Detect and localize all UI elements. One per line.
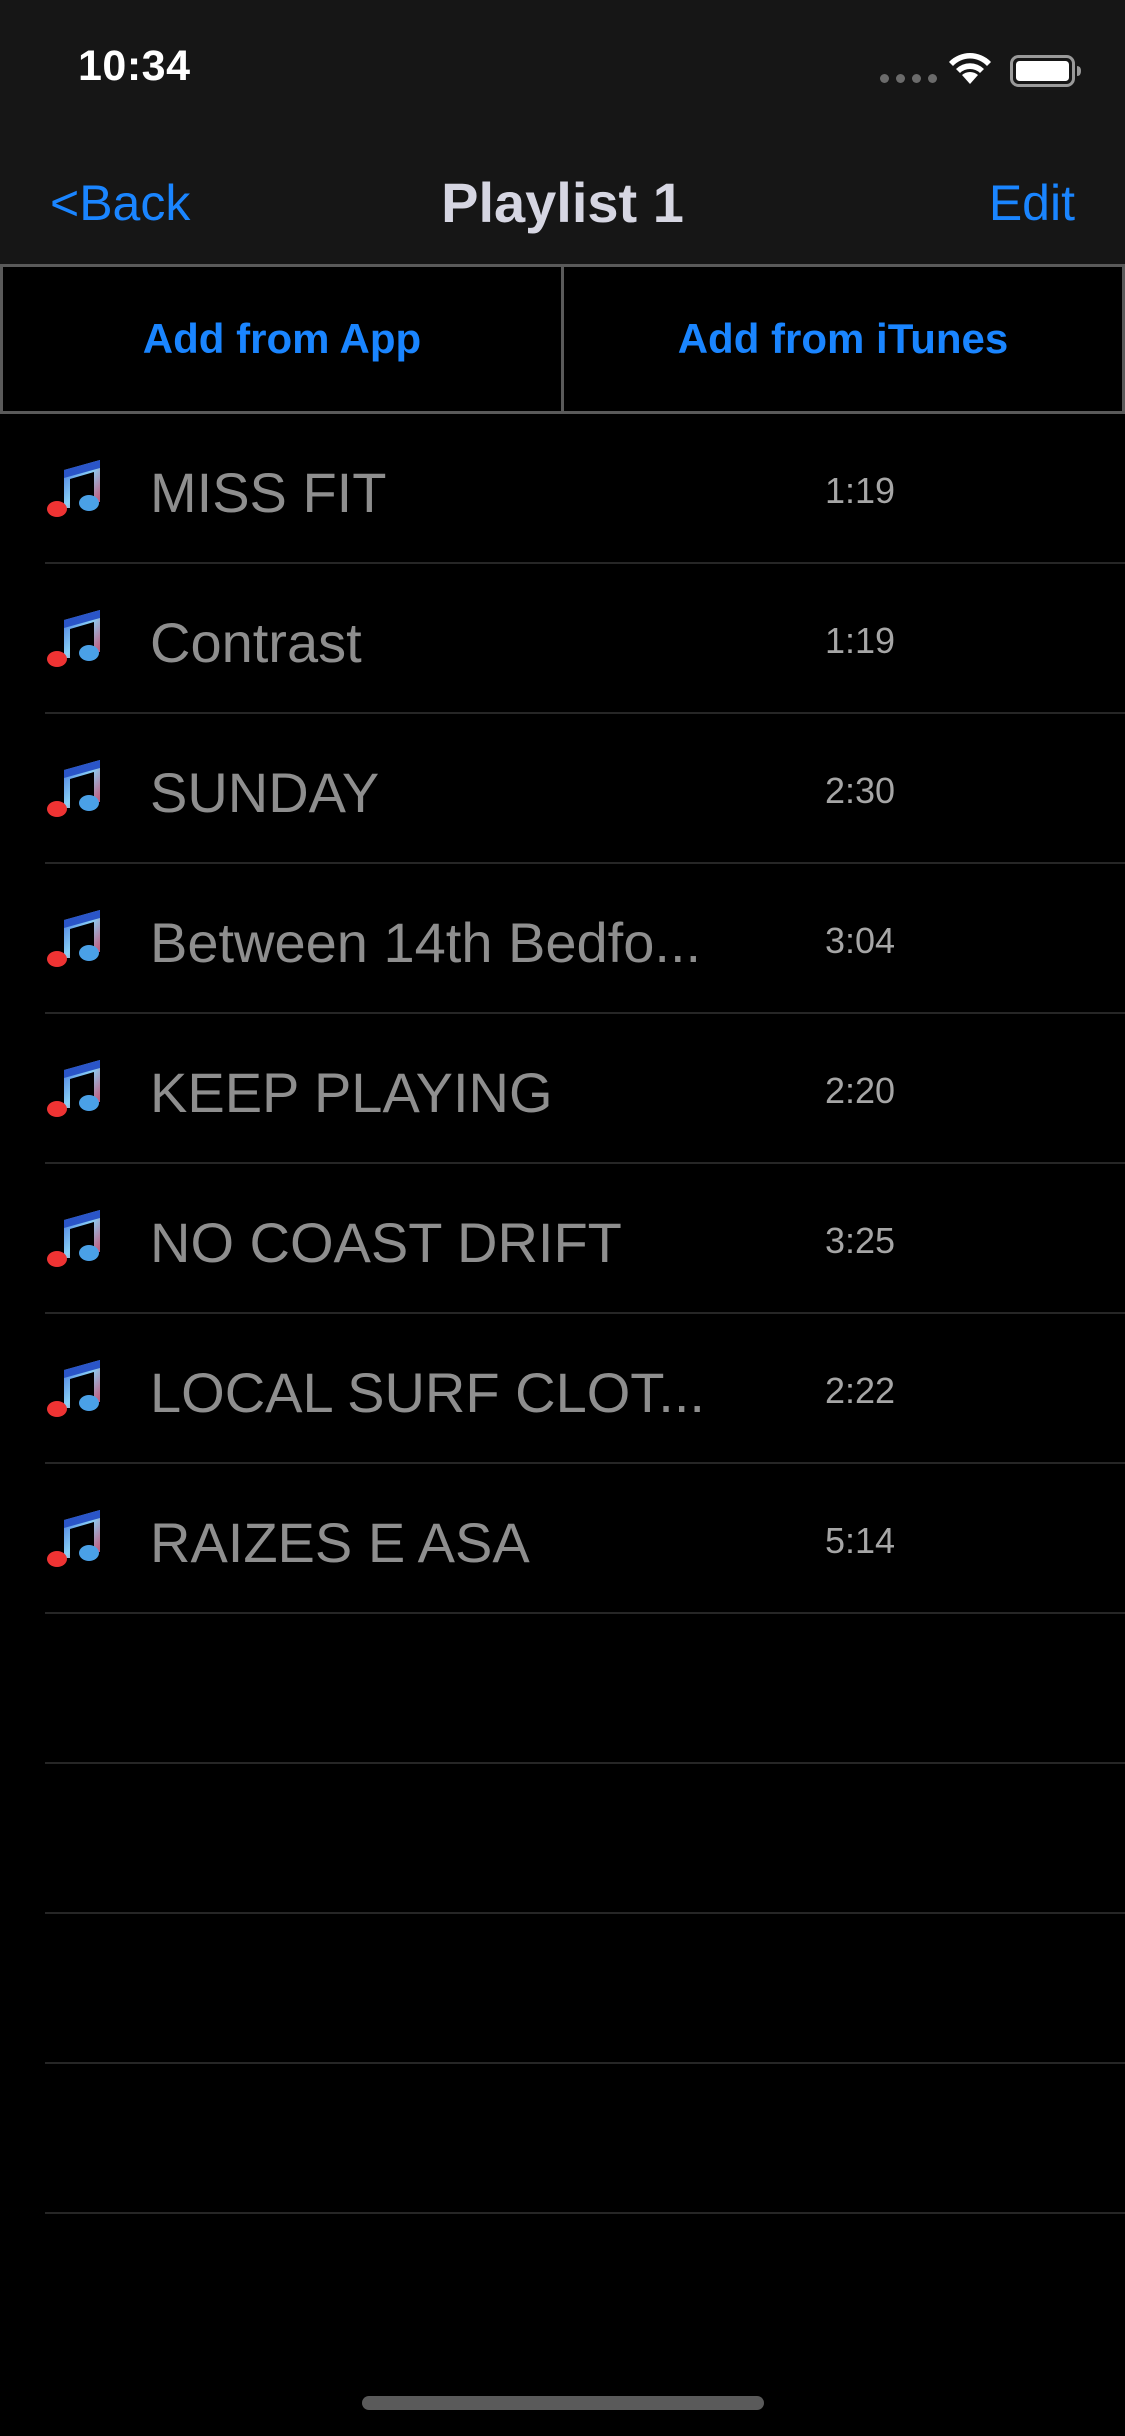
empty-row — [0, 1614, 1125, 1764]
edit-button[interactable]: Edit — [989, 174, 1075, 232]
empty-row — [0, 2064, 1125, 2214]
screen: 10:34 <Back Playlist 1 Edit Add from App… — [0, 0, 1125, 2436]
track-title: KEEP PLAYING — [150, 1061, 553, 1124]
music-note-icon — [47, 1510, 100, 1567]
track-title: NO COAST DRIFT — [150, 1211, 622, 1274]
music-note-icon — [47, 1210, 100, 1267]
track-row[interactable]: RAIZES E ASA 5:14 — [0, 1464, 1125, 1614]
battery-icon — [1010, 55, 1081, 87]
track-duration: 3:25 — [824, 1220, 896, 1261]
home-indicator[interactable] — [362, 2396, 764, 2410]
track-duration: 1:19 — [824, 470, 896, 511]
music-note-icon — [47, 910, 100, 967]
music-note-icon — [47, 760, 100, 817]
track-row[interactable]: SUNDAY 2:30 — [0, 714, 1125, 864]
track-title: SUNDAY — [150, 761, 380, 824]
track-duration: 1:19 — [824, 620, 896, 661]
track-list: MISS FIT 1:19 Contrast 1:19 SUNDAY 2:30 … — [0, 414, 1125, 2214]
navigation-bar: <Back Playlist 1 Edit — [0, 138, 1125, 266]
add-from-itunes-button[interactable]: Add from iTunes — [564, 264, 1125, 414]
track-title: Between 14th Bedfo... — [150, 911, 702, 974]
track-duration: 2:22 — [824, 1370, 896, 1411]
track-row[interactable]: MISS FIT 1:19 — [0, 414, 1125, 564]
status-time: 10:34 — [78, 42, 191, 90]
track-duration: 2:30 — [824, 770, 896, 811]
track-row[interactable]: Between 14th Bedfo... 3:04 — [0, 864, 1125, 1014]
empty-row — [0, 1764, 1125, 1914]
track-row[interactable]: KEEP PLAYING 2:20 — [0, 1014, 1125, 1164]
track-duration: 2:20 — [824, 1070, 896, 1111]
status-bar: 10:34 — [0, 0, 1125, 138]
track-row[interactable]: LOCAL SURF CLOT... 2:22 — [0, 1314, 1125, 1464]
track-row[interactable]: NO COAST DRIFT 3:25 — [0, 1164, 1125, 1314]
music-note-icon — [47, 460, 100, 517]
cellular-signal-icon — [880, 74, 937, 83]
empty-row — [0, 1914, 1125, 2064]
track-duration: 5:14 — [824, 1520, 896, 1561]
track-title: Contrast — [150, 611, 362, 674]
music-note-icon — [47, 1360, 100, 1417]
add-from-app-button[interactable]: Add from App — [0, 264, 564, 414]
track-title: LOCAL SURF CLOT... — [150, 1361, 705, 1424]
track-title: RAIZES E ASA — [150, 1511, 530, 1574]
music-note-icon — [47, 610, 100, 667]
track-title: MISS FIT — [150, 461, 387, 524]
track-row[interactable]: Contrast 1:19 — [0, 564, 1125, 714]
page-title: Playlist 1 — [441, 171, 684, 234]
track-duration: 3:04 — [824, 920, 896, 961]
add-actions: Add from App Add from iTunes — [0, 264, 1125, 414]
wifi-icon — [949, 53, 991, 84]
music-note-icon — [47, 1060, 100, 1117]
